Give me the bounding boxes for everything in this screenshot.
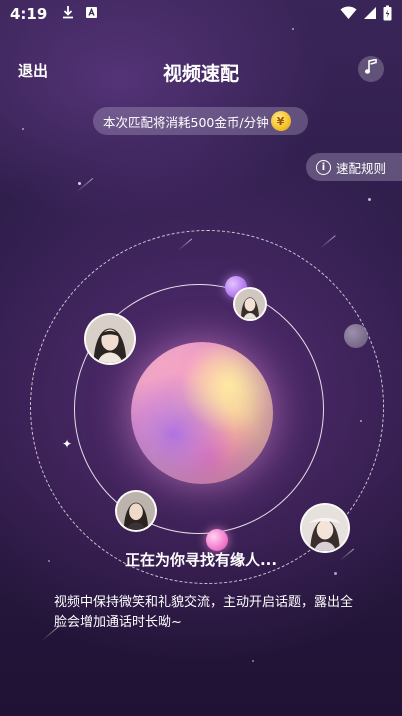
star-decoration (252, 660, 254, 662)
shooting-star-decoration (319, 235, 336, 249)
status-bar: 4:19 (0, 0, 402, 28)
user-avatar (84, 313, 136, 365)
matching-planet (131, 342, 273, 484)
page-title: 视频速配 (162, 63, 239, 85)
star-decoration (78, 182, 81, 185)
star-decoration (292, 28, 294, 30)
download-icon (61, 5, 75, 23)
wifi-icon (340, 6, 357, 24)
gray-moon-decoration (344, 324, 368, 348)
star-decoration (368, 198, 371, 201)
coin-icon: ¥ (270, 111, 291, 131)
battery-icon (383, 5, 392, 25)
user-avatar (300, 503, 350, 553)
pink-moon-decoration (206, 529, 228, 551)
star-decoration (22, 128, 24, 130)
matching-tips-text: 视频中保持微笑和礼貌交流，主动开启话题，露出全脸会增加通话时长呦~ (54, 595, 354, 630)
cost-notice: 本次匹配将消耗500金币/分钟 ¥ (93, 107, 308, 135)
matching-status-text: 正在为你寻找有缘人... (124, 551, 278, 569)
cost-notice-text: 本次匹配将消耗500金币/分钟 (103, 114, 269, 130)
user-avatar (233, 287, 267, 321)
signal-icon (363, 6, 377, 24)
shooting-star-decoration (75, 177, 94, 193)
star-decoration (334, 572, 337, 575)
music-note-icon (364, 58, 378, 79)
match-rules-label: 速配规则 (336, 160, 387, 176)
info-icon: i (316, 159, 331, 175)
match-rules-button[interactable]: i 速配规则 (306, 153, 402, 181)
user-avatar (115, 490, 157, 532)
status-time: 4:19 (10, 5, 48, 23)
sim-icon (85, 5, 98, 23)
top-navigation: 退出 视频速配 (0, 50, 402, 94)
music-toggle-button[interactable] (358, 56, 384, 82)
